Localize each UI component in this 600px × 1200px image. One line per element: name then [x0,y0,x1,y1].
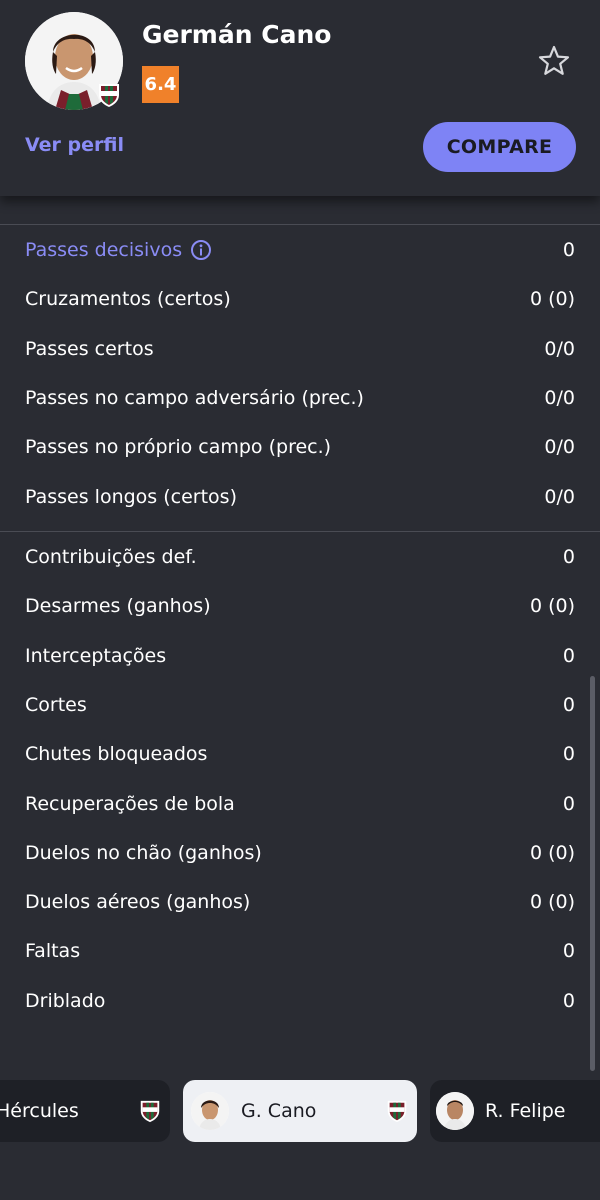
section-divider [0,224,600,225]
view-profile-link[interactable]: Ver perfil [25,134,124,156]
stat-row: Chutes bloqueados 0 [25,739,575,769]
stat-value: 0 [562,694,575,716]
stat-row: Passes longos (certos) 0/0 [25,482,575,512]
player-chip-name: R. Felipe [485,1100,566,1122]
team-crest-icon [99,84,119,107]
stat-row: Contribuições def. 0 [25,542,575,572]
stat-label-group: Faltas [25,940,80,962]
player-chip-hercules[interactable]: Hércules [0,1080,170,1142]
stat-label-group: Passes decisivos [25,239,212,261]
stat-row: Cruzamentos (certos) 0 (0) [25,284,575,314]
player-chip-name: G. Cano [241,1100,317,1122]
stat-label: Contribuições def. [25,546,197,568]
stat-row: Passes certos 0/0 [25,334,575,364]
stat-value: 0 [562,546,575,568]
player-rating-badge: 6.4 [142,66,179,103]
stat-value: 0/0 [544,387,575,409]
stat-label-group: Chutes bloqueados [25,743,207,765]
stat-label: Cruzamentos (certos) [25,288,231,310]
stat-row: Recuperações de bola 0 [25,789,575,819]
player-chip-r-felipe[interactable]: R. Felipe [430,1080,600,1142]
player-chip-g-cano[interactable]: G. Cano [183,1080,417,1142]
stat-row: Duelos no chão (ganhos) 0 (0) [25,838,575,868]
stat-row[interactable]: Passes decisivos 0 [25,235,575,265]
stat-label: Desarmes (ganhos) [25,595,211,617]
stat-label: Cortes [25,694,87,716]
stat-label-group: Cruzamentos (certos) [25,288,231,310]
stat-row: Cortes 0 [25,690,575,720]
stat-label-group: Contribuições def. [25,546,197,568]
stat-label-group: Driblado [25,990,105,1012]
stat-label-group: Passes no próprio campo (prec.) [25,436,331,458]
stat-label-group: Duelos aéreos (ganhos) [25,891,250,913]
stat-label: Passes certos [25,338,154,360]
stat-label-group: Passes no campo adversário (prec.) [25,387,364,409]
compare-button[interactable]: COMPARE [423,122,576,172]
stat-label: Passes longos (certos) [25,486,237,508]
stat-row: Faltas 0 [25,936,575,966]
stat-value: 0 [562,743,575,765]
stat-label: Passes no próprio campo (prec.) [25,436,332,458]
stat-row: Passes no campo adversário (prec.) 0/0 [25,383,575,413]
stat-row: Driblado 0 [25,986,575,1016]
stat-label: Recuperações de bola [25,793,235,815]
stat-value: 0 [562,239,575,261]
stat-label: Passes no campo adversário (prec.) [25,387,364,409]
stat-value: 0/0 [544,436,575,458]
player-chip-name: Hércules [0,1100,79,1122]
team-crest-icon [140,1100,160,1123]
stat-label: Interceptações [25,645,167,667]
info-icon[interactable] [190,239,212,261]
player-chip-avatar [436,1092,474,1130]
stat-label: Faltas [25,940,81,962]
stat-row: Interceptações 0 [25,641,575,671]
stat-value: 0 [562,990,575,1012]
stat-label: Passes decisivos [25,239,183,261]
stat-value: 0 (0) [529,595,575,617]
stat-label: Duelos no chão (ganhos) [25,842,262,864]
stat-row: Duelos aéreos (ganhos) 0 (0) [25,887,575,917]
stat-value: 0 (0) [529,891,575,913]
stat-value: 0/0 [544,486,575,508]
stat-label-group: Desarmes (ganhos) [25,595,211,617]
stat-label-group: Interceptações [25,645,166,667]
stat-label: Driblado [25,990,106,1012]
section-divider [0,531,600,532]
stat-label: Duelos aéreos (ganhos) [25,891,251,913]
stat-label-group: Recuperações de bola [25,793,235,815]
stat-label-group: Cortes [25,694,87,716]
stat-value: 0 [562,940,575,962]
stat-value: 0/0 [544,338,575,360]
stat-row: Desarmes (ganhos) 0 (0) [25,591,575,621]
stat-row: Passes no próprio campo (prec.) 0/0 [25,432,575,462]
stat-value: 0 (0) [529,288,575,310]
stat-label-group: Duelos no chão (ganhos) [25,842,262,864]
stat-value: 0 [562,793,575,815]
team-crest-icon [387,1100,407,1123]
stat-value: 0 (0) [529,842,575,864]
stat-label-group: Passes longos (certos) [25,486,237,508]
player-name: Germán Cano [142,20,332,49]
favorite-star-icon[interactable] [535,42,573,80]
player-stats-page: Germán Cano 6.4 Ver perfil COMPARE Passe… [0,0,600,1200]
stat-label: Chutes bloqueados [25,743,208,765]
stat-label-group: Passes certos [25,338,154,360]
stat-value: 0 [562,645,575,667]
scrollbar[interactable] [590,676,595,1071]
player-chip-avatar [191,1092,229,1130]
player-header: Germán Cano 6.4 Ver perfil COMPARE [0,0,600,196]
